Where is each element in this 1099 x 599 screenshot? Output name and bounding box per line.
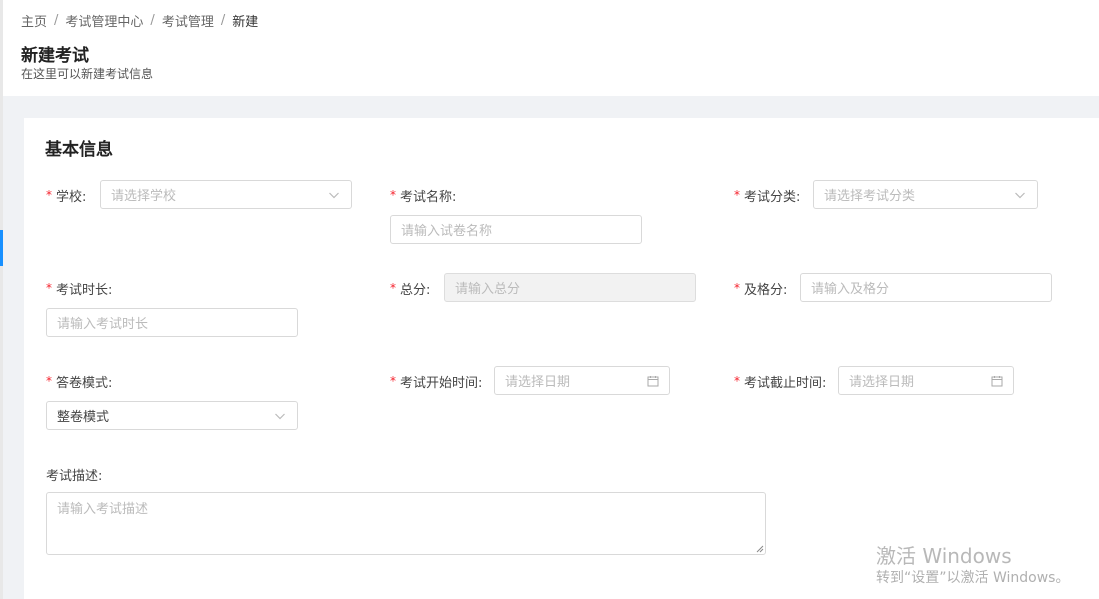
end-time-placeholder: 请选择日期 bbox=[849, 375, 915, 390]
section-title: 基本信息 bbox=[45, 140, 113, 160]
school-select[interactable]: 请选择学校 bbox=[100, 180, 352, 209]
exam-category-select[interactable]: 请选择考试分类 bbox=[813, 180, 1038, 209]
page-subtitle: 在这里可以新建考试信息 bbox=[21, 67, 154, 81]
start-time-picker[interactable]: 请选择日期 bbox=[494, 366, 670, 395]
pass-score-input[interactable]: 请输入及格分 bbox=[800, 273, 1052, 302]
breadcrumb-separator: / bbox=[220, 13, 226, 28]
breadcrumb-exam-management[interactable]: 考试管理 bbox=[162, 11, 214, 30]
description-textarea[interactable]: 请输入考试描述 bbox=[46, 492, 766, 555]
exam-category-label: * 考试分类: bbox=[734, 185, 800, 205]
windows-activation-subtitle: 转到“设置”以激活 Windows。 bbox=[876, 570, 1070, 586]
end-time-picker[interactable]: 请选择日期 bbox=[838, 366, 1014, 395]
school-select-placeholder: 请选择学校 bbox=[111, 189, 177, 204]
exam-name-label-text: 考试名称: bbox=[400, 189, 457, 205]
required-mark: * bbox=[390, 281, 396, 295]
answer-mode-label-text: 答卷模式: bbox=[56, 375, 113, 391]
required-mark: * bbox=[734, 374, 740, 388]
total-score-placeholder: 请输入总分 bbox=[455, 282, 521, 297]
exam-name-label: * 考试名称: bbox=[390, 185, 456, 205]
exam-category-placeholder: 请选择考试分类 bbox=[824, 189, 916, 204]
start-time-placeholder: 请选择日期 bbox=[505, 375, 571, 390]
chevron-down-icon bbox=[1015, 192, 1025, 198]
breadcrumb-separator: / bbox=[150, 13, 155, 28]
total-score-label-text: 总分: bbox=[400, 282, 431, 298]
required-mark: * bbox=[390, 374, 396, 388]
duration-label: * 考试时长: bbox=[46, 278, 112, 298]
resize-handle-icon[interactable] bbox=[756, 545, 764, 553]
answer-mode-select[interactable]: 整卷模式 bbox=[46, 401, 298, 430]
chevron-down-icon bbox=[275, 413, 285, 419]
end-time-label: * 考试截止时间: bbox=[734, 371, 826, 391]
school-label: * 学校: bbox=[46, 185, 86, 205]
answer-mode-label: * 答卷模式: bbox=[46, 371, 112, 391]
breadcrumb-home[interactable]: 主页 bbox=[21, 11, 47, 30]
windows-activation-title: 激活 Windows bbox=[876, 544, 1012, 568]
calendar-icon bbox=[991, 375, 1003, 386]
breadcrumb-separator: / bbox=[54, 13, 59, 28]
total-score-input: 请输入总分 bbox=[444, 273, 696, 302]
answer-mode-value: 整卷模式 bbox=[57, 410, 110, 425]
school-label-text: 学校: bbox=[56, 189, 87, 205]
exam-category-label-text: 考试分类: bbox=[744, 189, 801, 205]
breadcrumb-current: 新建 bbox=[232, 15, 259, 30]
duration-label-text: 考试时长: bbox=[56, 282, 113, 298]
pass-score-label: * 及格分: bbox=[734, 278, 787, 298]
pass-score-label-text: 及格分: bbox=[744, 282, 788, 298]
description-placeholder: 请输入考试描述 bbox=[57, 502, 149, 517]
page-title: 新建考试 bbox=[21, 46, 89, 66]
exam-name-input[interactable]: 请输入试卷名称 bbox=[390, 215, 642, 244]
exam-name-placeholder: 请输入试卷名称 bbox=[401, 224, 493, 239]
breadcrumb: 主页 / 考试管理中心 / 考试管理 / 新建 bbox=[21, 11, 258, 30]
calendar-icon bbox=[647, 375, 659, 386]
duration-input[interactable]: 请输入考试时长 bbox=[46, 308, 298, 337]
breadcrumb-exam-center[interactable]: 考试管理中心 bbox=[65, 11, 143, 30]
pass-score-placeholder: 请输入及格分 bbox=[811, 282, 890, 297]
start-time-label-text: 考试开始时间: bbox=[400, 375, 483, 391]
total-score-label: * 总分: bbox=[390, 278, 430, 298]
required-mark: * bbox=[46, 188, 52, 202]
chevron-down-icon bbox=[329, 192, 339, 198]
required-mark: * bbox=[390, 188, 396, 202]
required-mark: * bbox=[46, 374, 52, 388]
required-mark: * bbox=[734, 188, 740, 202]
description-label-text: 考试描述: bbox=[46, 468, 103, 484]
end-time-label-text: 考试截止时间: bbox=[744, 375, 827, 391]
description-label: 考试描述: bbox=[46, 464, 102, 484]
start-time-label: * 考试开始时间: bbox=[390, 371, 482, 391]
required-mark: * bbox=[734, 281, 740, 295]
required-mark: * bbox=[46, 281, 52, 295]
duration-placeholder: 请输入考试时长 bbox=[57, 317, 149, 332]
